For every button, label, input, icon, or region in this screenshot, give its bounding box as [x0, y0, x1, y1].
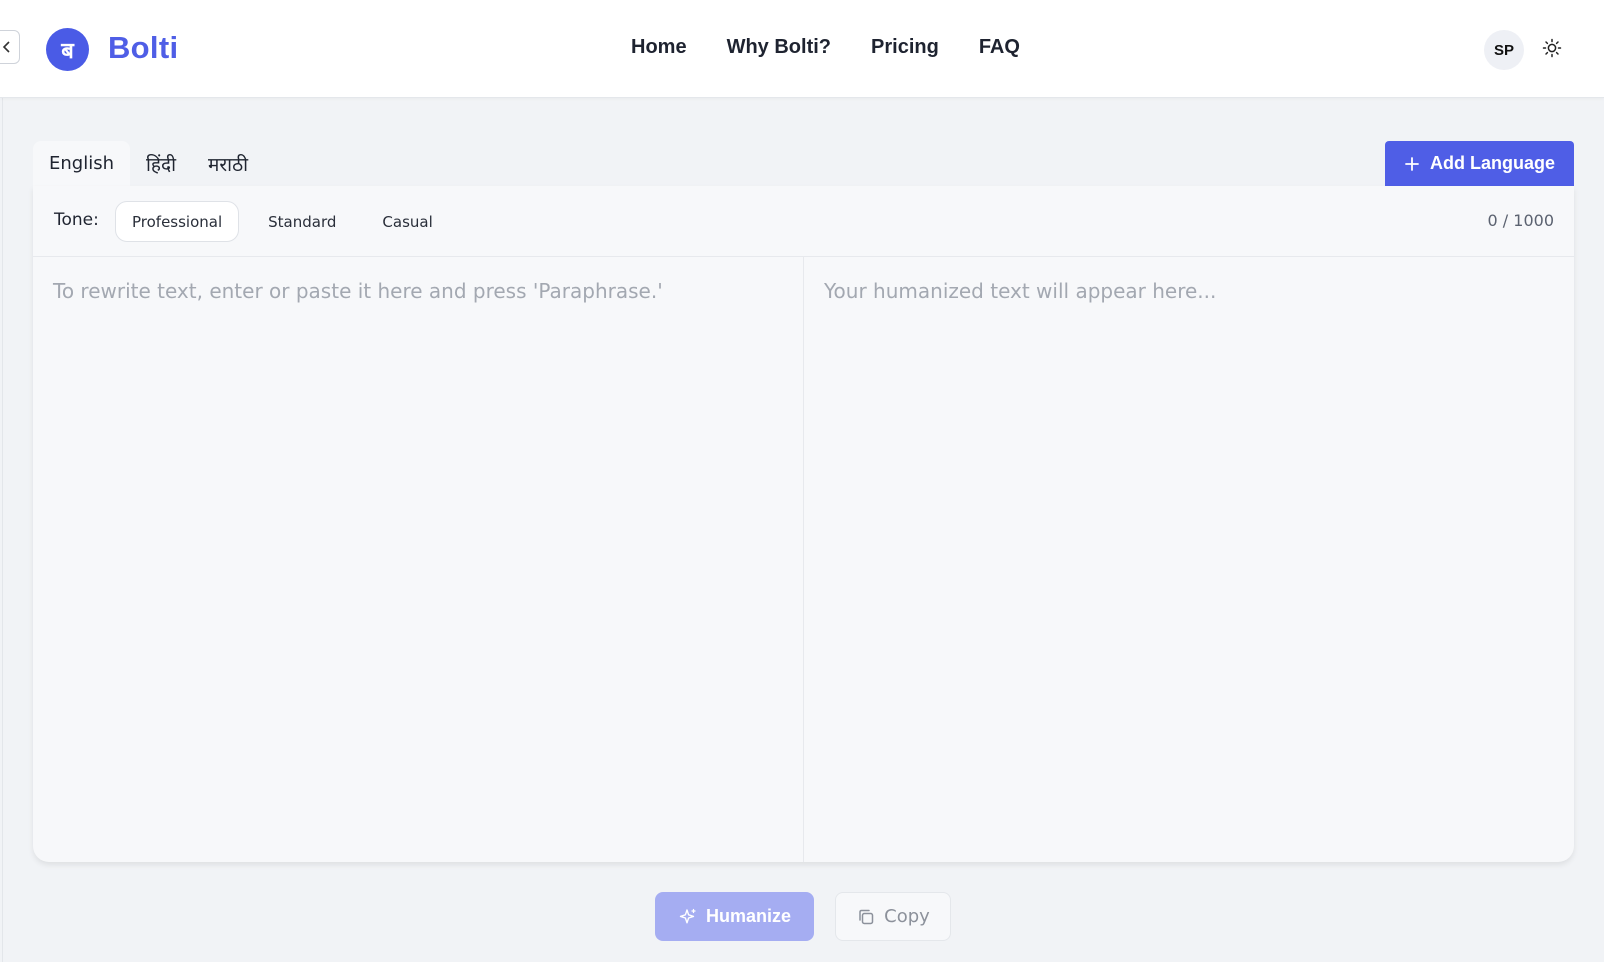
add-language-button[interactable]: Add Language	[1385, 141, 1574, 186]
logo-glyph: ब	[61, 38, 74, 64]
main-nav: Home Why Bolti? Pricing FAQ	[631, 36, 1020, 59]
sidebar-collapse-button[interactable]	[0, 30, 20, 64]
tone-professional[interactable]: Professional	[115, 201, 240, 242]
tab-hindi[interactable]: हिंदी	[130, 141, 192, 186]
plus-icon	[1405, 156, 1419, 171]
tone-options: Professional Standard Casual	[115, 201, 450, 242]
tab-marathi[interactable]: मराठी	[192, 141, 264, 186]
sun-icon	[1542, 38, 1562, 58]
tone-bar: Tone: Professional Standard Casual 0 / 1…	[33, 186, 1574, 257]
output-placeholder: Your humanized text will appear here...	[824, 279, 1217, 303]
theme-toggle-button[interactable]	[1540, 36, 1564, 60]
nav-why-bolti[interactable]: Why Bolti?	[727, 36, 831, 59]
nav-home[interactable]: Home	[631, 36, 687, 59]
output-pane: Your humanized text will appear here...	[804, 257, 1574, 862]
tab-english[interactable]: English	[33, 141, 130, 186]
tone-standard[interactable]: Standard	[251, 201, 353, 242]
language-tabs: English हिंदी मराठी	[33, 141, 264, 186]
nav-faq[interactable]: FAQ	[979, 36, 1020, 59]
character-counter: 0 / 1000	[1487, 211, 1554, 230]
chevron-left-icon	[2, 41, 10, 53]
humanize-button[interactable]: Humanize	[655, 892, 814, 941]
sidebar-edge	[2, 98, 3, 962]
copy-label: Copy	[884, 906, 930, 927]
add-language-label: Add Language	[1430, 153, 1555, 173]
copy-button[interactable]: Copy	[835, 892, 951, 941]
user-avatar[interactable]: SP	[1484, 30, 1524, 70]
logo[interactable]: ब	[46, 28, 89, 71]
editor-card: Tone: Professional Standard Casual 0 / 1…	[33, 186, 1574, 862]
humanize-label: Humanize	[705, 906, 792, 926]
action-bar: Humanize Copy	[0, 892, 1604, 941]
nav-pricing[interactable]: Pricing	[871, 36, 939, 59]
tone-label: Tone:	[54, 210, 99, 230]
sparkle-icon	[679, 908, 696, 923]
copy-icon	[859, 909, 874, 924]
top-header: ब Bolti Home Why Bolti? Pricing FAQ SP	[0, 0, 1604, 98]
brand-name[interactable]: Bolti	[108, 30, 178, 66]
input-textarea[interactable]	[33, 257, 803, 862]
tone-casual[interactable]: Casual	[365, 201, 449, 242]
input-pane	[33, 257, 804, 862]
